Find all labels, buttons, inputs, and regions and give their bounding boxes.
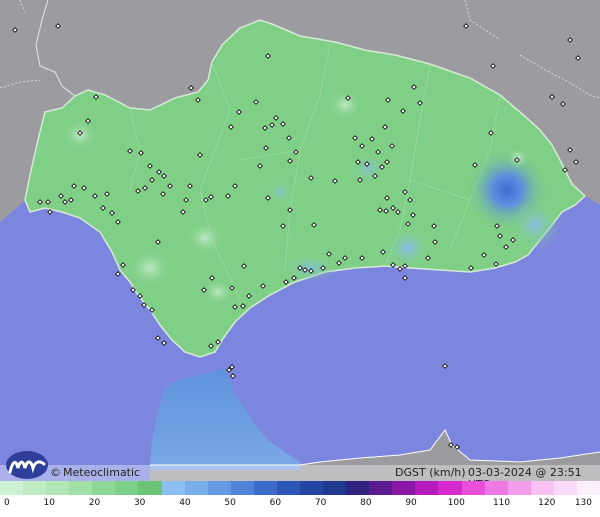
variable-label: DGST (km/h) <box>395 466 466 479</box>
legend-tick-label: 100 <box>447 498 465 508</box>
legend-swatch <box>46 481 70 495</box>
legend-bar <box>0 481 600 495</box>
legend-swatch <box>92 481 116 495</box>
legend-swatch <box>115 481 139 495</box>
legend-tick-label: 10 <box>43 498 55 508</box>
legend-tick-label: 130 <box>574 498 592 508</box>
legend-swatch <box>207 481 231 495</box>
meteoclimatic-logo <box>6 451 48 479</box>
color-legend: 0 10 20 30 40 50 60 70 80 90 100 110 120 130 <box>0 481 600 517</box>
gust-light-5 <box>202 278 234 306</box>
credit-label: Meteoclimatic <box>63 466 141 479</box>
gust-coast-mid <box>386 228 430 268</box>
gust-coast-east <box>510 200 560 250</box>
weather-map <box>0 0 600 481</box>
gust-coast-malaga <box>282 254 338 282</box>
legend-swatch <box>300 481 324 495</box>
gust-light-3 <box>327 89 363 121</box>
legend-swatch <box>276 481 301 495</box>
legend-tick-label: 20 <box>88 498 101 508</box>
legend-ticks: 0 10 20 30 40 50 60 70 80 90 100 110 120 130 <box>0 497 600 515</box>
credit-text: © Meteoclimatic <box>50 467 140 479</box>
legend-tick-label: 0 <box>4 498 10 508</box>
legend-tick-label: 50 <box>224 498 236 508</box>
copyright-symbol: © <box>50 466 61 479</box>
legend-swatch <box>461 481 485 495</box>
legend-swatch <box>438 481 462 495</box>
legend-swatch <box>530 481 554 495</box>
legend-swatch <box>0 481 24 495</box>
legend-tick-label: 120 <box>538 498 556 508</box>
legend-swatch <box>553 481 577 495</box>
legend-swatch <box>323 481 347 495</box>
legend-swatch <box>346 481 370 495</box>
legend-tick-label: 80 <box>360 498 372 508</box>
legend-tick-label: 110 <box>492 498 511 508</box>
legend-swatch <box>369 481 393 495</box>
gust-light-1 <box>185 220 225 256</box>
legend-swatch <box>253 481 277 495</box>
legend-tick-label: 90 <box>405 498 417 508</box>
legend-swatch <box>184 481 208 495</box>
legend-swatch <box>392 481 416 495</box>
legend-swatch <box>230 481 254 495</box>
legend-tick-label: 40 <box>179 498 191 508</box>
legend-swatch <box>484 481 508 495</box>
gust-light-4 <box>506 146 530 170</box>
map-canvas <box>0 0 600 481</box>
legend-swatch <box>576 481 600 495</box>
legend-swatch <box>69 481 93 495</box>
legend-tick-label: 70 <box>314 498 327 508</box>
gust-west <box>128 248 172 288</box>
legend-tick-label: 30 <box>133 498 146 508</box>
legend-swatch <box>23 481 47 495</box>
legend-swatch <box>161 481 185 495</box>
legend-swatch <box>507 481 531 495</box>
legend-swatch <box>415 481 439 495</box>
gust-cordoba <box>266 178 294 206</box>
legend-tick-label: 60 <box>269 498 282 508</box>
legend-swatch <box>138 481 162 495</box>
